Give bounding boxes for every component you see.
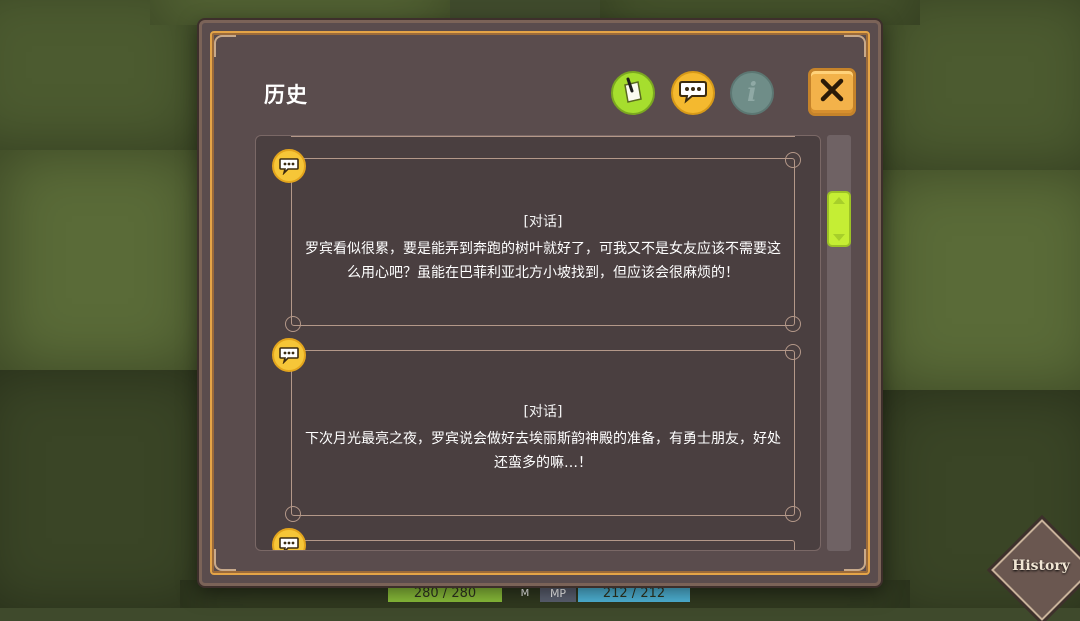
close-button[interactable] (808, 68, 856, 116)
entry-text: 下次月光最亮之夜，罗宾说会做好去埃丽斯韵神殿的准备，有勇士朋友，好处还蛮多的嘛…… (305, 431, 781, 471)
scrollbar-thumb[interactable] (827, 191, 851, 247)
entry-type-label: [对话] (523, 214, 563, 230)
m-label: M (520, 588, 530, 599)
arrow-down-icon (833, 234, 845, 241)
note-paper-icon (620, 77, 646, 109)
history-entry: [对话] 罗宾看似很累，要是能弄到奔跑的树叶就好了，可我又不是女友应该不需要这么… (285, 152, 801, 332)
chat-bubble-icon (272, 338, 306, 372)
info-icon: i (747, 78, 757, 108)
chat-bubble-icon (272, 528, 306, 550)
close-icon (819, 77, 845, 107)
chat-bubble-icon (678, 78, 708, 108)
info-button[interactable]: i (730, 71, 774, 115)
entry-text: 罗宾看似很累，要是能弄到奔跑的树叶就好了，可我又不是女友应该不需要这么用心吧？虽… (305, 241, 781, 281)
history-dialog: 历史 i [对话] 罗宾看似很累，要是能弄到奔跑的树叶就好了，可我又不是女友应该… (199, 20, 881, 586)
chat-bubble-icon (272, 149, 306, 183)
entry-type-label: [对话] (523, 404, 563, 420)
history-entry: [对话] 下次月光最亮之夜，罗宾说会做好去埃丽斯韵神殿的准备，有勇士朋友，好处还… (285, 344, 801, 522)
hp-bar: 280 / 280 (388, 586, 502, 602)
history-button-label[interactable]: History (1002, 558, 1080, 574)
dialog-title: 历史 (264, 83, 308, 107)
arrow-up-icon (833, 197, 845, 204)
history-entry (291, 540, 795, 550)
mp-label: MP (540, 586, 576, 602)
chat-filter-button[interactable] (671, 71, 715, 115)
mp-bar: 212 / 212 (578, 586, 690, 602)
note-filter-button[interactable] (611, 71, 655, 115)
history-list[interactable]: [对话] 罗宾看似很累，要是能弄到奔跑的树叶就好了，可我又不是女友应该不需要这么… (255, 135, 821, 551)
